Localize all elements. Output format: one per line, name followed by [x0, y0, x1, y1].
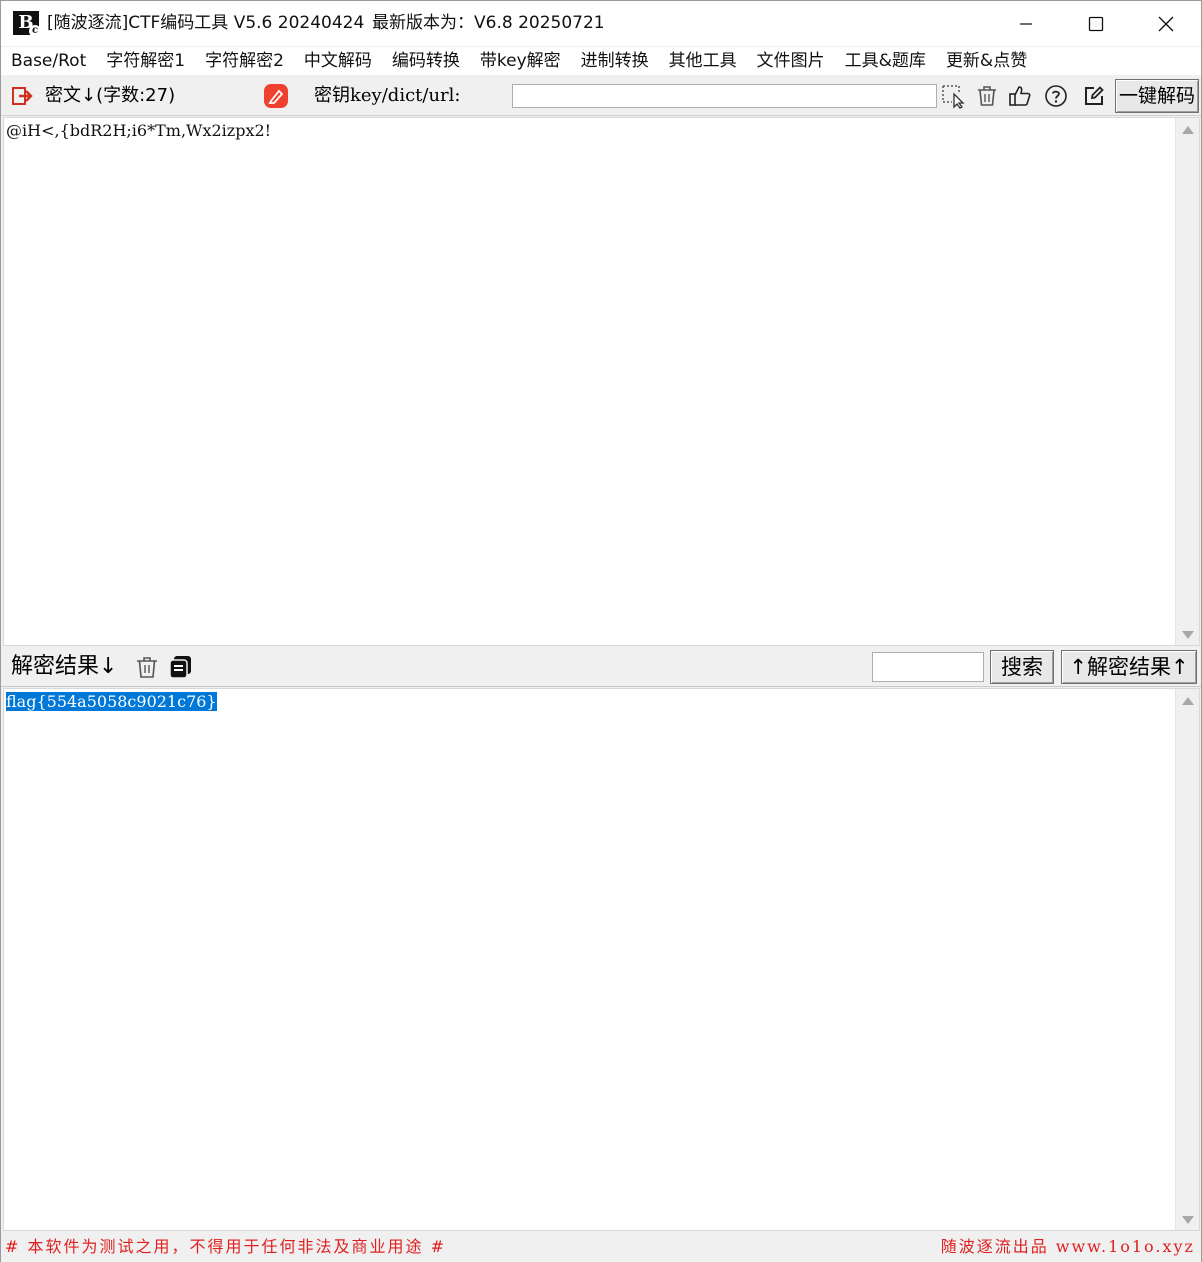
key-label: 密钥key/dict/url: [314, 85, 461, 106]
cipher-scrollbar[interactable] [1175, 118, 1199, 645]
cipher-text: @iH<,{bdR2H;i6*Tm,Wx2izpx2! [6, 121, 272, 140]
maximize-button[interactable] [1061, 1, 1131, 46]
import-icon [12, 87, 33, 105]
select-button[interactable] [941, 83, 967, 109]
menu-char-decrypt-2[interactable]: 字符解密2 [195, 48, 294, 74]
clear-key-button[interactable] [974, 83, 1000, 109]
edit-button[interactable] [1081, 83, 1107, 109]
result-scrollbar[interactable] [1175, 689, 1199, 1230]
one-click-decode-button[interactable]: 一键解码 [1115, 79, 1199, 113]
result-bar: 解密结果↓ 搜索 ↑解密结果↑ [1, 647, 1201, 687]
scroll-up-arrow-icon[interactable] [1182, 697, 1194, 705]
minimize-icon [1020, 22, 1032, 25]
title-bar[interactable]: Bc [随波逐流]CTF编码工具 V5.6 20240424 最新版本为：V6.… [1, 1, 1201, 46]
close-button[interactable] [1131, 1, 1201, 46]
trash-icon [137, 657, 157, 678]
latest-version-text: 最新版本为：V6.8 20250721 [372, 13, 605, 33]
menu-tools-questions[interactable]: 工具&题库 [835, 48, 936, 74]
scroll-up-arrow-icon[interactable] [1182, 126, 1194, 134]
menu-char-decrypt-1[interactable]: 字符解密1 [96, 48, 195, 74]
author-credit-link[interactable]: 随波逐流出品 www.1o1o.xyz [941, 1236, 1195, 1258]
thumbs-up-icon [1009, 86, 1031, 106]
app-window: Bc [随波逐流]CTF编码工具 V5.6 20240424 最新版本为：V6.… [0, 0, 1202, 1262]
copy-result-button[interactable] [168, 654, 194, 680]
like-button[interactable] [1007, 83, 1033, 109]
status-bar: # 本软件为测试之用，不得用于任何非法及商业用途 # 随波逐流出品 www.1o… [1, 1232, 1201, 1262]
edit-icon [1085, 86, 1104, 105]
menu-bar: Base/Rot 字符解密1 字符解密2 中文解码 编码转换 带key解密 进制… [1, 47, 1201, 75]
import-button[interactable] [9, 83, 35, 109]
toolbar: 密文↓(字数:27) 密钥key/dict/url: 一键解码 [1, 76, 1201, 116]
result-to-cipher-button[interactable]: ↑解密结果↑ [1061, 650, 1197, 684]
menu-encoding-convert[interactable]: 编码转换 [382, 48, 470, 74]
minimize-button[interactable] [991, 1, 1061, 46]
result-text: flag{554a5058c9021c76} [6, 691, 217, 713]
menu-update-like[interactable]: 更新&点赞 [936, 48, 1037, 74]
menu-chinese-decode[interactable]: 中文解码 [294, 48, 382, 74]
search-button[interactable]: 搜索 [990, 650, 1054, 684]
scroll-down-arrow-icon[interactable] [1182, 631, 1194, 639]
search-input[interactable] [872, 652, 984, 682]
menu-file-image[interactable]: 文件图片 [747, 48, 835, 74]
key-input[interactable] [512, 84, 937, 108]
app-logo: Bc [13, 11, 41, 37]
result-label: 解密结果↓ [11, 654, 118, 679]
menu-base-convert[interactable]: 进制转换 [571, 48, 659, 74]
cipher-label: 密文↓(字数:27) [45, 85, 176, 106]
maximize-icon [1088, 16, 1104, 31]
close-icon [1158, 16, 1174, 31]
menu-other-tools[interactable]: 其他工具 [659, 48, 747, 74]
select-icon [942, 85, 965, 109]
disclaimer-text: # 本软件为测试之用，不得用于任何非法及商业用途 # [5, 1237, 446, 1256]
window-title: [随波逐流]CTF编码工具 V5.6 20240424 [47, 13, 365, 33]
clear-pen-icon [264, 84, 288, 108]
scroll-down-arrow-icon[interactable] [1182, 1216, 1194, 1224]
menu-base-rot[interactable]: Base/Rot [1, 48, 96, 74]
clear-result-button[interactable] [134, 654, 160, 680]
cipher-textarea[interactable]: @iH<,{bdR2H;i6*Tm,Wx2izpx2! [3, 117, 1200, 646]
selected-flag-text: flag{554a5058c9021c76} [6, 692, 217, 711]
clear-cipher-button[interactable] [263, 83, 289, 109]
help-icon [1045, 85, 1067, 107]
menu-key-decrypt[interactable]: 带key解密 [470, 48, 571, 74]
trash-icon [978, 86, 996, 106]
result-textarea[interactable]: flag{554a5058c9021c76} [3, 688, 1200, 1231]
help-button[interactable] [1043, 83, 1069, 109]
copy-icon [169, 656, 191, 679]
